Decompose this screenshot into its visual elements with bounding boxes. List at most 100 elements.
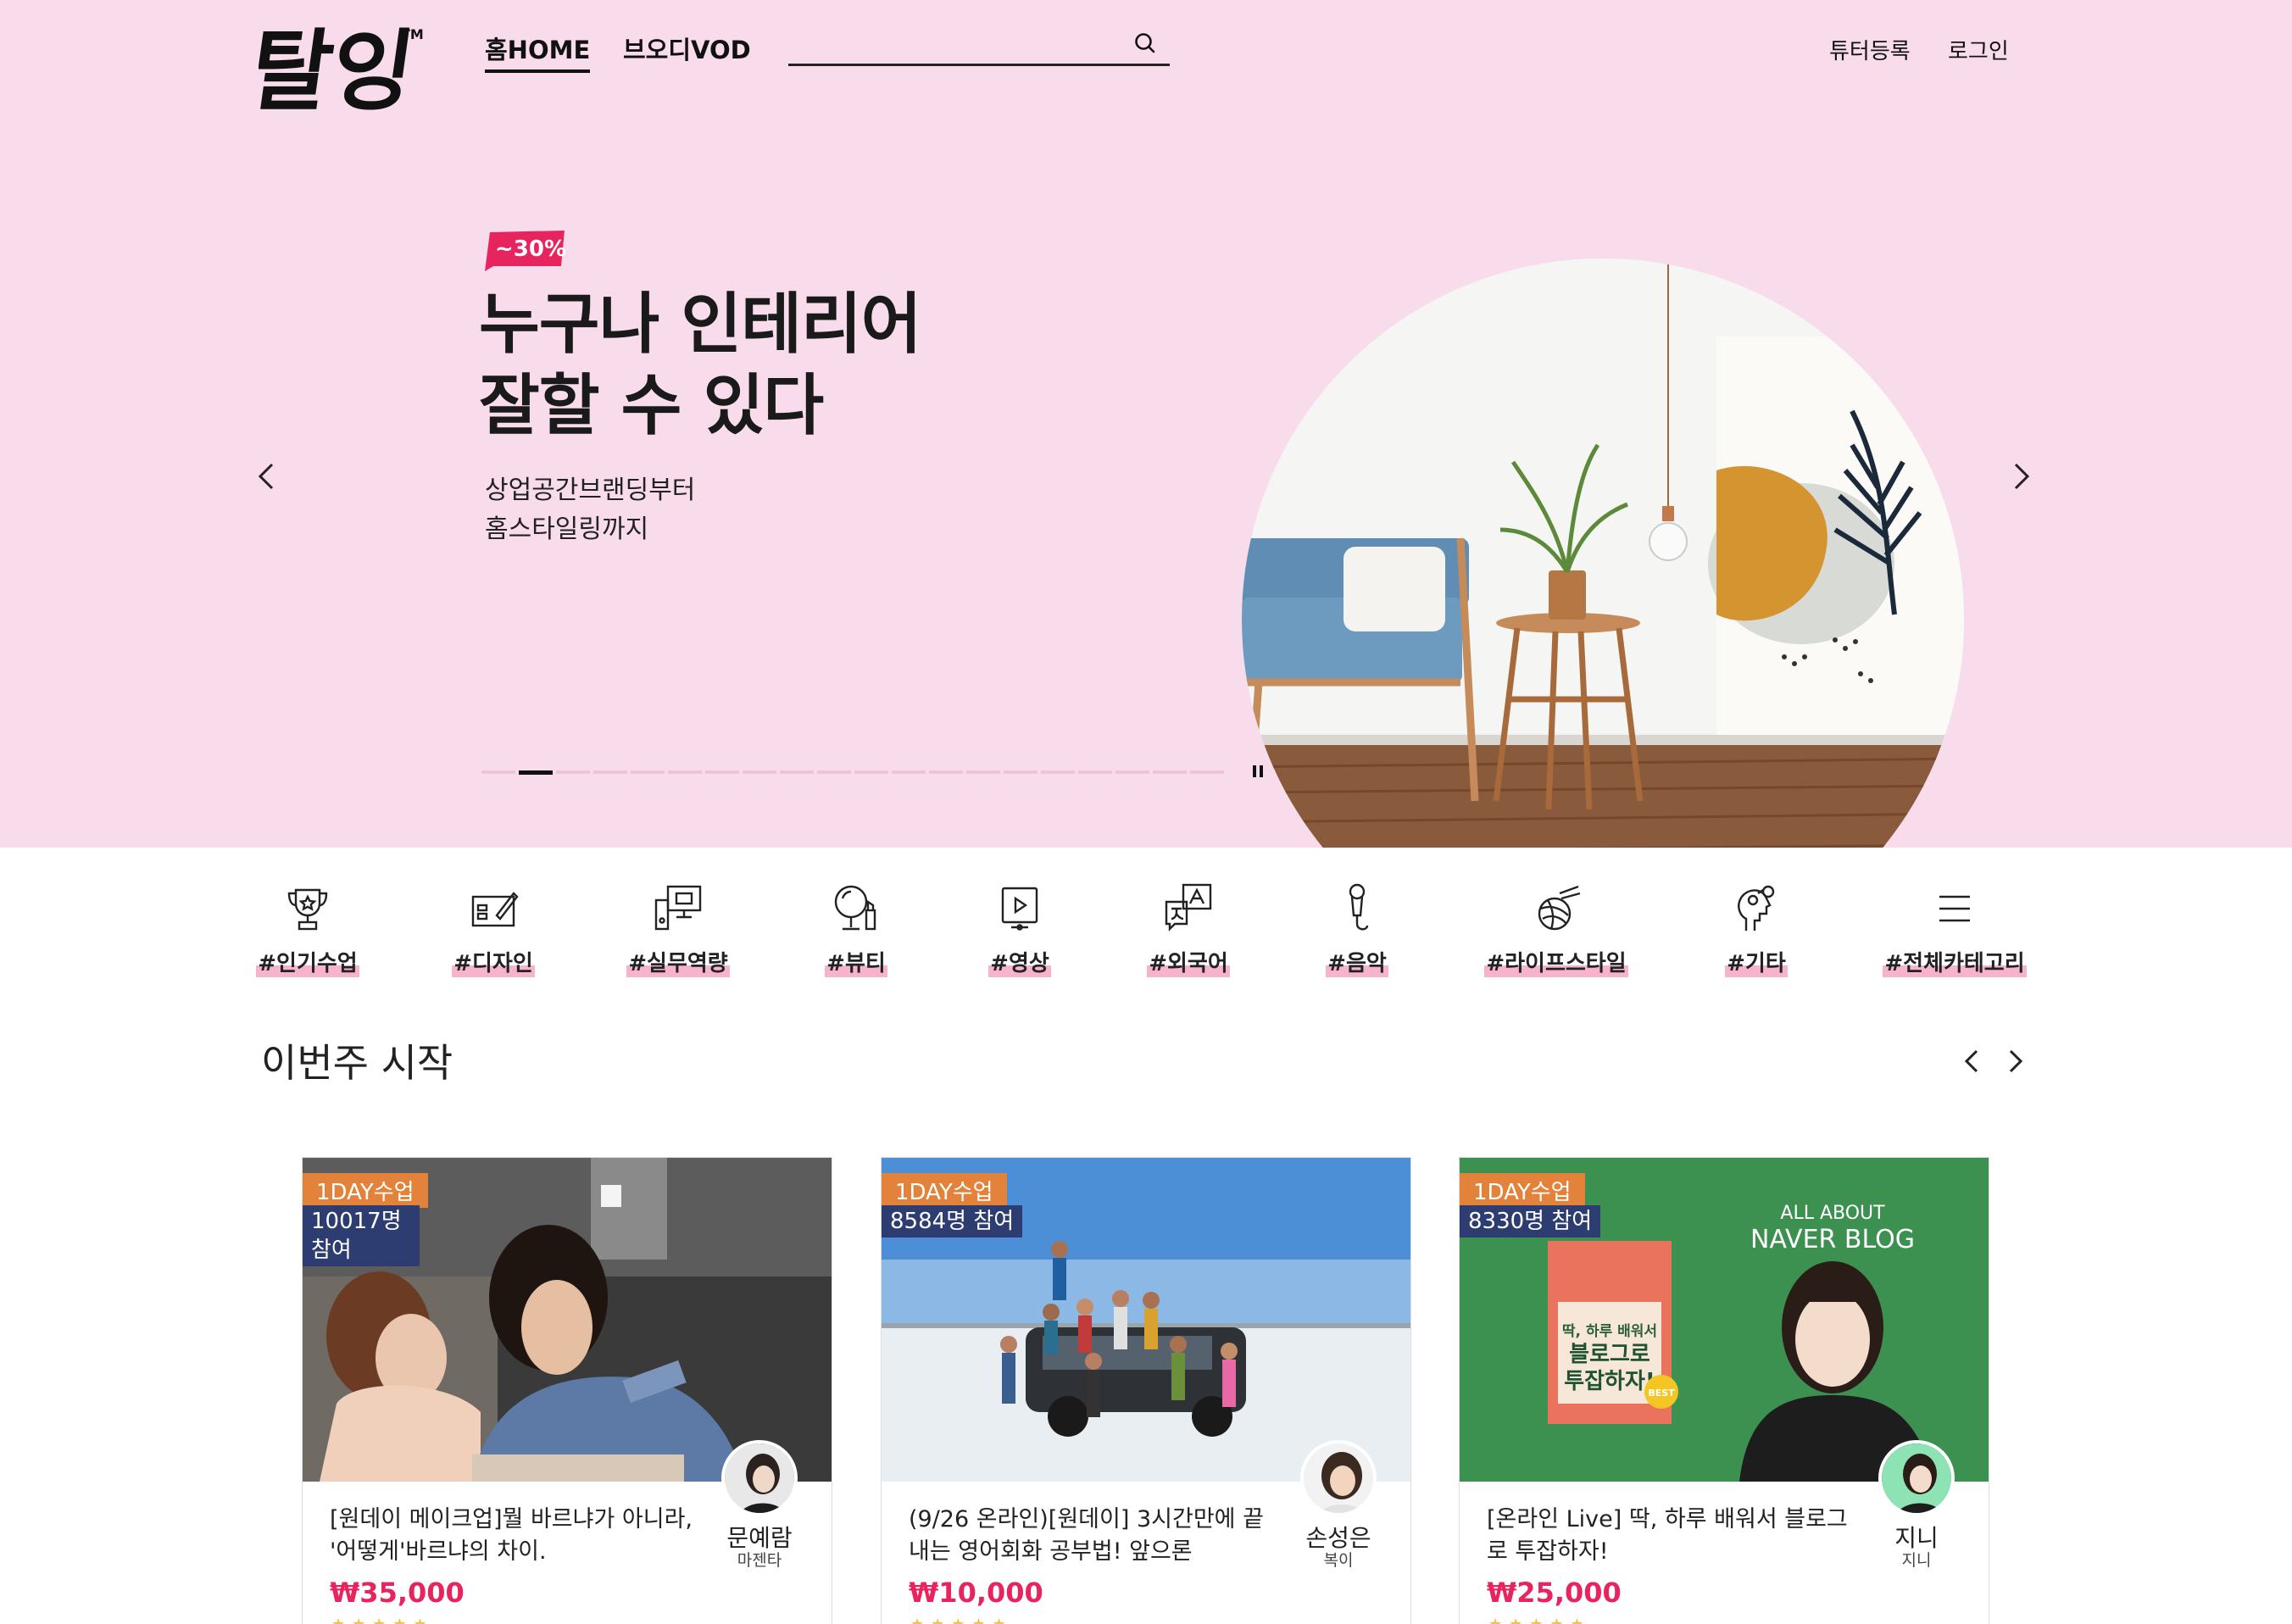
trophy-icon bbox=[287, 888, 328, 931]
class-title[interactable]: [온라인 Live] 딱, 하루 배워서 블로그로 투잡하자! bbox=[1487, 1504, 1851, 1568]
pause-icon[interactable] bbox=[1251, 763, 1265, 780]
pager-dot[interactable] bbox=[1190, 770, 1224, 774]
class-price: ₩10,000 bbox=[909, 1577, 1043, 1609]
category-music[interactable]: #음악 bbox=[1272, 882, 1442, 977]
rating-stars: ★★★★★ bbox=[1488, 1616, 1591, 1624]
pager-dot[interactable] bbox=[1004, 770, 1038, 774]
pager-dot[interactable] bbox=[966, 770, 1000, 774]
yarn-icon bbox=[1538, 885, 1581, 931]
class-price: ₩25,000 bbox=[1487, 1577, 1622, 1609]
rating-stars: ★★★★★ bbox=[331, 1616, 434, 1624]
mirror-icon bbox=[834, 885, 876, 931]
tutor-avatar[interactable] bbox=[1300, 1440, 1377, 1516]
section-next-arrow-icon[interactable] bbox=[2002, 1044, 2028, 1078]
participant-count-tag: 8584명 참여 bbox=[882, 1205, 1023, 1237]
pager-dot[interactable] bbox=[1041, 770, 1075, 774]
nav-vod[interactable]: 브오디VOD bbox=[623, 31, 751, 66]
login-link[interactable]: 로그인 bbox=[1948, 34, 2009, 65]
search-input[interactable] bbox=[788, 29, 1119, 61]
pager-dot[interactable] bbox=[1153, 770, 1187, 774]
discount-badge-text: ~30% bbox=[495, 236, 567, 262]
class-title[interactable]: [원데이 메이크업]뭘 바르냐가 아니라, '어떻게'바르냐의 차이. bbox=[330, 1504, 694, 1568]
hero-title-line2: 잘할 수 있다 bbox=[479, 368, 824, 444]
category-label: #라이프스타일 bbox=[1484, 946, 1628, 977]
pager-dot[interactable] bbox=[817, 770, 851, 774]
category-label: #외국어 bbox=[1147, 946, 1230, 977]
category-language[interactable]: #외국어 bbox=[1104, 882, 1273, 977]
microphone-icon bbox=[1349, 883, 1369, 931]
category-all[interactable]: #전체카테고리 bbox=[1870, 882, 2039, 977]
category-label: #영상 bbox=[988, 946, 1051, 977]
category-etc[interactable]: #기타 bbox=[1672, 882, 1841, 977]
svg-text:BEST: BEST bbox=[1648, 1388, 1675, 1399]
participant-count-tag: 8330명 참여 bbox=[1460, 1205, 1601, 1237]
class-type-tag: 1DAY수업 bbox=[303, 1173, 428, 1208]
rating-stars: ★★★★★ bbox=[910, 1616, 1013, 1624]
search-bar bbox=[788, 24, 1170, 66]
pager-dot[interactable] bbox=[593, 770, 627, 774]
pager-dot[interactable] bbox=[929, 770, 963, 774]
design-icon bbox=[471, 892, 519, 927]
tutor-nickname: 지니 bbox=[1901, 1551, 1932, 1570]
participant-count-tag: 10017명 참여 bbox=[303, 1205, 420, 1266]
svg-text:탈잉: 탈잉 bbox=[259, 19, 420, 120]
category-popular[interactable]: #인기수업 bbox=[223, 882, 392, 977]
category-label: #실무역량 bbox=[626, 946, 730, 977]
class-type-tag: 1DAY수업 bbox=[882, 1173, 1007, 1208]
class-card[interactable]: 1DAY수업 8584명 참여 (9/26 온라인)[원데이] 3시간만에 끝내… bbox=[881, 1157, 1411, 1624]
video-icon bbox=[1001, 887, 1038, 931]
hero-next-arrow-icon[interactable] bbox=[2004, 458, 2038, 495]
section-prev-arrow-icon[interactable] bbox=[1960, 1044, 1985, 1078]
pager-dot[interactable] bbox=[668, 770, 702, 774]
class-price: ₩35,000 bbox=[330, 1577, 465, 1609]
hero-prev-arrow-icon[interactable] bbox=[250, 458, 284, 495]
taling-logo[interactable]: 탈잉 TM bbox=[259, 19, 428, 120]
tutor-nickname: 마젠타 bbox=[737, 1551, 782, 1570]
category-video[interactable]: #영상 bbox=[935, 882, 1104, 977]
hero-subtitle-line1: 상업공간브랜딩부터 bbox=[485, 476, 696, 505]
translate-icon bbox=[1165, 883, 1212, 932]
category-label: #디자인 bbox=[452, 946, 535, 977]
class-title[interactable]: (9/26 온라인)[원데이] 3시간만에 끝내는 영어회화 공부법! 앞으론 bbox=[909, 1504, 1273, 1568]
slide-pager[interactable] bbox=[481, 767, 1224, 777]
pager-dot[interactable] bbox=[1078, 770, 1112, 774]
hero-title-line1: 누구나 인테리어 bbox=[479, 286, 921, 363]
pager-dot[interactable] bbox=[705, 770, 739, 774]
hero-title: 누구나 인테리어 잘할 수 있다 bbox=[479, 284, 921, 447]
hero-subtitle-line2: 홈스타일링까지 bbox=[485, 514, 649, 544]
hero-interior-image[interactable] bbox=[1242, 259, 1964, 848]
pager-dot[interactable] bbox=[1115, 770, 1149, 774]
pager-dot[interactable] bbox=[519, 770, 553, 775]
pager-dot[interactable] bbox=[556, 770, 590, 774]
svg-text:ALL ABOUT: ALL ABOUT bbox=[1780, 1203, 1885, 1224]
class-card[interactable]: ALL ABOUT NAVER BLOG 딱, 하루 배워서 블로그로 투잡하자… bbox=[1459, 1157, 1989, 1624]
svg-text:딱, 하루 배워서: 딱, 하루 배워서 bbox=[1562, 1323, 1657, 1340]
category-lifestyle[interactable]: #라이프스타일 bbox=[1471, 882, 1641, 977]
interior-illustration bbox=[1242, 259, 1964, 848]
search-icon[interactable] bbox=[1132, 31, 1158, 56]
pager-dot[interactable] bbox=[481, 770, 515, 774]
pager-dot[interactable] bbox=[631, 770, 665, 774]
nav-home[interactable]: 홈HOME bbox=[485, 31, 591, 73]
pager-dot[interactable] bbox=[854, 770, 888, 774]
category-label: #인기수업 bbox=[256, 946, 359, 977]
tutor-nickname: 복이 bbox=[1323, 1551, 1354, 1570]
tutor-avatar[interactable] bbox=[1878, 1440, 1955, 1516]
tutor-register-link[interactable]: 튜터등록 bbox=[1829, 34, 1911, 65]
category-label: #뷰티 bbox=[825, 946, 887, 977]
svg-text:투잡하자!: 투잡하자! bbox=[1564, 1369, 1655, 1394]
hero-banner[interactable]: 탈잉 TM 홈HOME 브오디VOD 튜터등록 로그인 ~30% 누구나 인테리… bbox=[0, 0, 2292, 848]
pager-dot[interactable] bbox=[780, 770, 814, 774]
pager-dot[interactable] bbox=[892, 770, 926, 774]
hero-subtitle: 상업공간브랜딩부터 홈스타일링까지 bbox=[485, 471, 695, 549]
category-beauty[interactable]: #뷰티 bbox=[771, 882, 941, 977]
class-card[interactable]: 1DAY수업 10017명 참여 [원데이 메이크업]뭘 바르냐가 아니라, '… bbox=[302, 1157, 832, 1624]
tutor-avatar[interactable] bbox=[721, 1440, 798, 1516]
menu-icon bbox=[1939, 895, 1970, 922]
category-design[interactable]: #디자인 bbox=[409, 882, 578, 977]
pager-dot[interactable] bbox=[743, 770, 776, 774]
category-skills[interactable]: #실무역량 bbox=[593, 882, 763, 977]
computer-icon bbox=[654, 885, 702, 931]
idea-head-icon bbox=[1738, 885, 1775, 931]
svg-text:TM: TM bbox=[401, 26, 424, 42]
